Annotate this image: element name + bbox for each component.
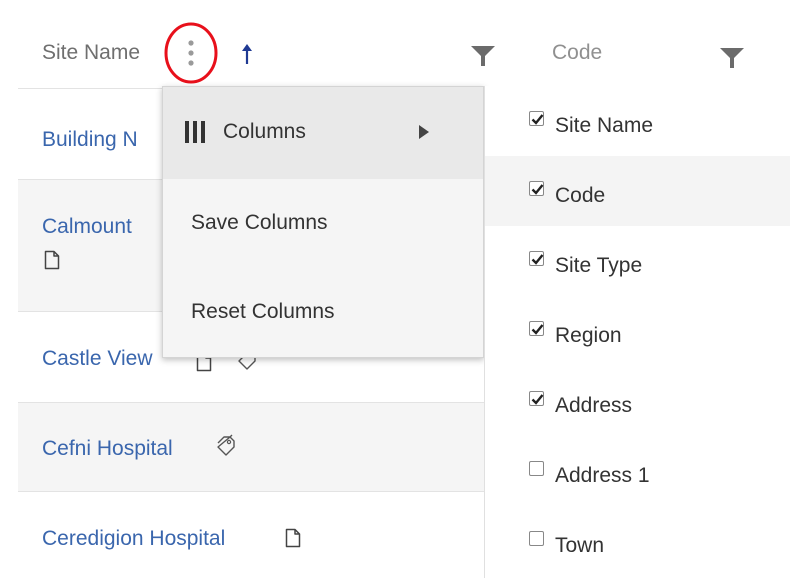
triangle-right-icon [419,125,429,139]
column-toggle-site-type[interactable]: Site Type [485,226,790,296]
column-menu: Columns Save Columns Reset Columns [162,86,484,358]
column-checkbox[interactable] [529,391,544,406]
column-toggle-label: Address [555,394,633,417]
menu-item-reset-columns[interactable]: Reset Columns [163,267,483,359]
column-toggle-region[interactable]: Region [485,296,790,366]
column-toggle-label: Site Name [555,114,654,137]
site-name-link[interactable]: Calmount [42,216,132,237]
column-toggle-code[interactable]: Code [485,156,790,226]
column-checkbox[interactable] [529,111,544,126]
column-toggle-label: Code [555,184,606,207]
menu-item-columns-label: Columns [223,120,306,143]
column-menu-button[interactable] [163,21,219,85]
checkmark-icon [531,394,544,405]
column-toggle-label: Site Type [555,254,643,277]
column-toggle-town[interactable]: Town [485,506,790,576]
column-toggle-label: Address 1 [555,464,650,487]
column-checkbox[interactable] [529,181,544,196]
document-icon[interactable] [44,250,60,270]
checkmark-icon [531,184,544,195]
checkmark-icon [531,254,544,265]
columns-submenu: Site Name Code Site Type Region Address … [484,86,790,578]
site-name-funnel-icon[interactable] [470,44,496,68]
checkmark-icon [531,324,544,335]
arrow-up-icon[interactable] [240,43,254,65]
menu-item-reset-label: Reset Columns [191,300,335,323]
column-toggle-address-1[interactable]: Address 1 [485,436,790,506]
column-checkbox[interactable] [529,251,544,266]
column-toggle-site-name[interactable]: Site Name [485,86,790,156]
site-name-link[interactable]: Cefni Hospital [42,438,173,459]
menu-item-columns[interactable]: Columns [163,87,483,179]
column-toggle-address[interactable]: Address [485,366,790,436]
code-funnel-icon[interactable] [719,46,745,70]
column-toggle-label: Region [555,324,622,347]
columns-icon [185,121,205,143]
vertical-dots-icon [188,40,194,66]
tag-icon[interactable] [214,433,238,457]
menu-item-save-label: Save Columns [191,211,328,234]
document-icon[interactable] [285,528,301,548]
site-name-link[interactable]: Building N [42,129,138,150]
checkmark-icon [531,114,544,125]
site-name-link[interactable]: Castle View [42,348,153,369]
menu-item-save-columns[interactable]: Save Columns [163,179,483,267]
column-checkbox[interactable] [529,321,544,336]
column-checkbox[interactable] [529,461,544,476]
column-header-site-name[interactable]: Site Name [42,42,140,63]
column-toggle-label: Town [555,534,605,557]
table-header: Site Name Code [0,0,790,88]
column-checkbox[interactable] [529,531,544,546]
column-header-code[interactable]: Code [552,42,602,63]
site-name-link[interactable]: Ceredigion Hospital [42,528,225,549]
